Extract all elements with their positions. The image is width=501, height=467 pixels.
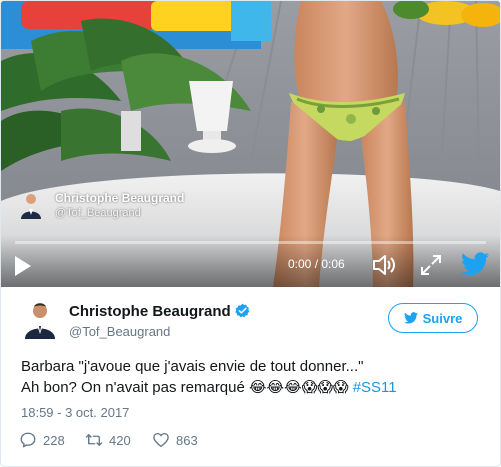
emoji-run: 😂😂😂😱😱😱 (249, 379, 349, 396)
hashtag-link[interactable]: #SS11 (353, 379, 397, 396)
volume-icon[interactable] (371, 252, 397, 278)
play-icon[interactable] (9, 253, 35, 279)
video-progress-bar[interactable] (15, 241, 486, 244)
like-count: 863 (176, 432, 198, 448)
video-player[interactable]: Christophe Beaugrand @Tof_Beaugrand 0:00… (1, 1, 500, 287)
video-controls: 0:00 / 0:06 (1, 235, 500, 287)
tweet-text: Barbara "j'avoue que j'avais envie de to… (21, 356, 491, 398)
tweet-card: Christophe Beaugrand @Tof_Beaugrand 0:00… (0, 0, 501, 467)
tweet-text-line-1: Barbara "j'avoue que j'avais envie de to… (21, 358, 364, 375)
overlay-author-handle: @Tof_Beaugrand (55, 207, 141, 219)
retweet-action[interactable]: 420 (85, 431, 131, 449)
follow-label: Suivre (422, 310, 463, 326)
fullscreen-icon[interactable] (418, 252, 444, 278)
overlay-avatar (21, 194, 41, 219)
verified-badge-icon (234, 303, 250, 318)
twitter-bird-icon[interactable] (461, 251, 489, 277)
like-action[interactable]: 863 (152, 431, 198, 449)
tweet-text-line-2: Ah bon? On n'avait pas remarqué 😂😂😂😱😱😱 #… (21, 377, 491, 398)
follow-button[interactable]: Suivre (388, 303, 478, 333)
retweet-count: 420 (109, 432, 131, 448)
reply-count: 228 (43, 432, 65, 448)
tweet-text-line-2-prefix: Ah bon? On n'avait pas remarqué (21, 379, 250, 396)
heart-icon (153, 432, 169, 448)
avatar[interactable] (23, 301, 57, 339)
overlay-author-name: Christophe Beaugrand (55, 191, 185, 205)
retweet-icon (85, 434, 103, 446)
tweet-timestamp[interactable]: 18:59 - 3 oct. 2017 (21, 405, 129, 420)
tweet-actions: 228 420 863 (19, 431, 319, 451)
author-handle[interactable]: @Tof_Beaugrand (69, 324, 170, 339)
twitter-bird-icon (403, 312, 418, 324)
video-overlay-author: Christophe Beaugrand @Tof_Beaugrand (19, 189, 279, 223)
video-time: 0:00 / 0:06 (288, 257, 345, 271)
author-name[interactable]: Christophe Beaugrand (69, 303, 250, 320)
reply-icon (20, 432, 36, 448)
reply-action[interactable]: 228 (19, 431, 65, 449)
author-name-text: Christophe Beaugrand (69, 303, 231, 320)
